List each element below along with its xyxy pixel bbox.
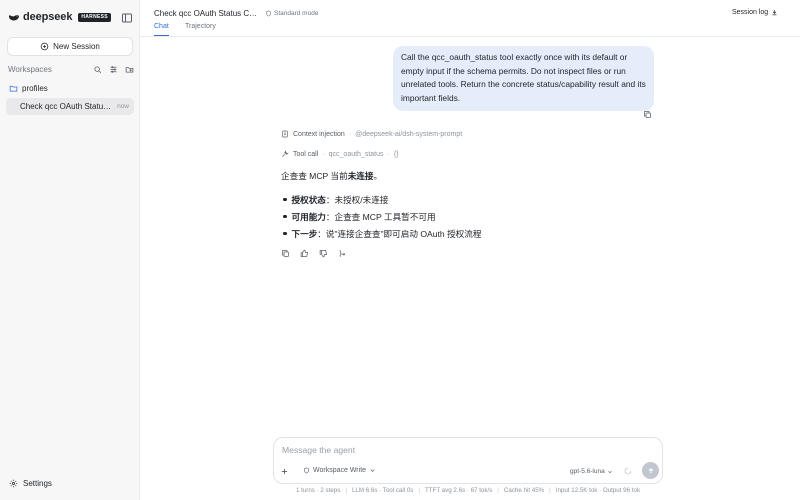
download-icon — [772, 10, 777, 16]
mode-label: Standard mode — [274, 10, 319, 17]
tab-trajectory[interactable]: Trajectory — [185, 23, 216, 35]
tool-call-row[interactable]: Tool call · qcc_oauth_status · {} — [281, 150, 399, 158]
mode-indicator[interactable]: Standard mode — [265, 10, 318, 17]
send-button[interactable] — [642, 462, 659, 479]
chevron-down-icon — [607, 470, 612, 473]
copy-icon[interactable] — [643, 110, 652, 119]
tool-call-name: qcc_oauth_status — [328, 150, 384, 158]
deepseek-whale-icon — [9, 15, 19, 21]
model-label: gpt-5.6-luna — [570, 468, 605, 475]
chevron-down-icon — [370, 469, 375, 472]
context-injection-value: @deepseek-ai/dsh-system-prompt — [355, 130, 463, 138]
bullet-value: ：说"连接企查查"即可启动 OAuth 授权流程 — [317, 228, 482, 239]
bullet-value: ：未授权/未连接 — [325, 194, 389, 205]
new-folder-icon[interactable] — [125, 65, 134, 74]
assistant-answer: 企查查 MCP 当前未连接。 — [281, 170, 382, 182]
composer: Workspace Write gpt-5.6-luna — [273, 437, 663, 484]
stat-turns: 1 turns · 2 steps — [295, 487, 341, 494]
workspace-folder[interactable]: profiles — [9, 84, 48, 93]
plus-icon[interactable] — [280, 467, 289, 476]
new-session-label: New Session — [53, 42, 100, 51]
thumbs-up-icon[interactable] — [300, 249, 309, 258]
harness-badge: HARNESS — [78, 12, 111, 22]
gear-icon — [9, 479, 18, 488]
sidebar: deepseek HARNESS New Session Workspaces … — [0, 0, 140, 500]
permission-select[interactable]: Workspace Write — [303, 467, 376, 474]
session-item[interactable]: Check qcc OAuth Status Ca... now — [6, 98, 134, 115]
plus-circle-icon — [40, 42, 49, 51]
workspaces-header: Workspaces — [8, 65, 134, 74]
brand[interactable]: deepseek HARNESS — [8, 11, 111, 23]
fork-icon[interactable] — [338, 249, 347, 258]
main-header: Check qcc OAuth Status Capa... Standard … — [140, 0, 800, 37]
document-icon — [282, 130, 288, 138]
copy-icon[interactable] — [281, 249, 290, 258]
thumbs-down-icon[interactable] — [319, 249, 328, 258]
settings-button[interactable]: Settings — [9, 479, 52, 488]
context-injection-row[interactable]: Context injection · @deepseek-ai/dsh-sys… — [281, 130, 462, 138]
workspaces-label: Workspaces — [8, 65, 52, 74]
brand-name: deepseek — [23, 11, 73, 23]
context-injection-label: Context injection — [293, 130, 345, 138]
loading-icon — [624, 467, 632, 475]
answer-status: 未连接 — [347, 171, 374, 181]
message-actions — [281, 249, 347, 258]
stat-tokens: Input 12.5K tok · Output 96 tok — [555, 487, 641, 494]
answer-prefix: 企查查 MCP 当前 — [281, 171, 348, 181]
tool-call-label: Tool call — [293, 150, 319, 158]
list-item: 授权状态 ：未授权/未连接 — [281, 191, 481, 208]
folder-icon — [9, 85, 18, 92]
session-time: now — [117, 103, 129, 110]
stat-ttft: TTFT avg 2.6s · 67 tok/s — [425, 487, 493, 494]
folder-label: profiles — [22, 84, 48, 93]
tool-call-args: {} — [393, 150, 399, 158]
tab-chat[interactable]: Chat — [154, 23, 169, 36]
sidebar-toggle-icon[interactable] — [121, 12, 133, 24]
shield-icon — [266, 10, 271, 17]
answer-bullets: 授权状态 ：未授权/未连接 可用能力 ：企查查 MCP 工具暂不可用 下一步 ：说"连… — [281, 191, 482, 242]
page-title: Check qcc OAuth Status Capa... — [154, 9, 260, 18]
bullet-value: ：企查查 MCP 工具暂不可用 — [325, 211, 436, 222]
message-input[interactable] — [282, 445, 652, 455]
session-log-button[interactable]: Session log — [732, 9, 778, 16]
user-message: Call the qcc_oauth_status tool exactly o… — [393, 46, 654, 111]
list-item: 可用能力 ：企查查 MCP 工具暂不可用 — [281, 208, 481, 225]
run-stats: 1 turns · 2 steps | LLM 6.6s · Tool call 0… — [295, 487, 641, 494]
tool-icon — [282, 150, 289, 157]
filter-icon[interactable] — [109, 65, 118, 74]
search-icon[interactable] — [93, 65, 102, 74]
list-item: 下一步 ：说"连接企查查"即可启动 OAuth 授权流程 — [281, 225, 482, 242]
model-select[interactable]: gpt-5.6-luna — [570, 468, 613, 475]
bullet-key: 下一步 — [291, 228, 318, 239]
new-session-button[interactable]: New Session — [7, 37, 133, 56]
session-title: Check qcc OAuth Status Ca... — [20, 102, 114, 111]
session-log-label: Session log — [732, 9, 769, 16]
answer-suffix: 。 — [373, 171, 383, 181]
arrow-up-icon — [648, 467, 653, 473]
bullet-key: 授权状态 — [291, 194, 326, 205]
shield-icon — [304, 467, 309, 474]
settings-label: Settings — [23, 479, 52, 488]
stat-llm: LLM 6.6s · Tool call 0s — [351, 487, 414, 494]
permission-label: Workspace Write — [313, 467, 367, 474]
stat-cache: Cache hit 45% — [503, 487, 545, 494]
bullet-key: 可用能力 — [291, 211, 326, 222]
